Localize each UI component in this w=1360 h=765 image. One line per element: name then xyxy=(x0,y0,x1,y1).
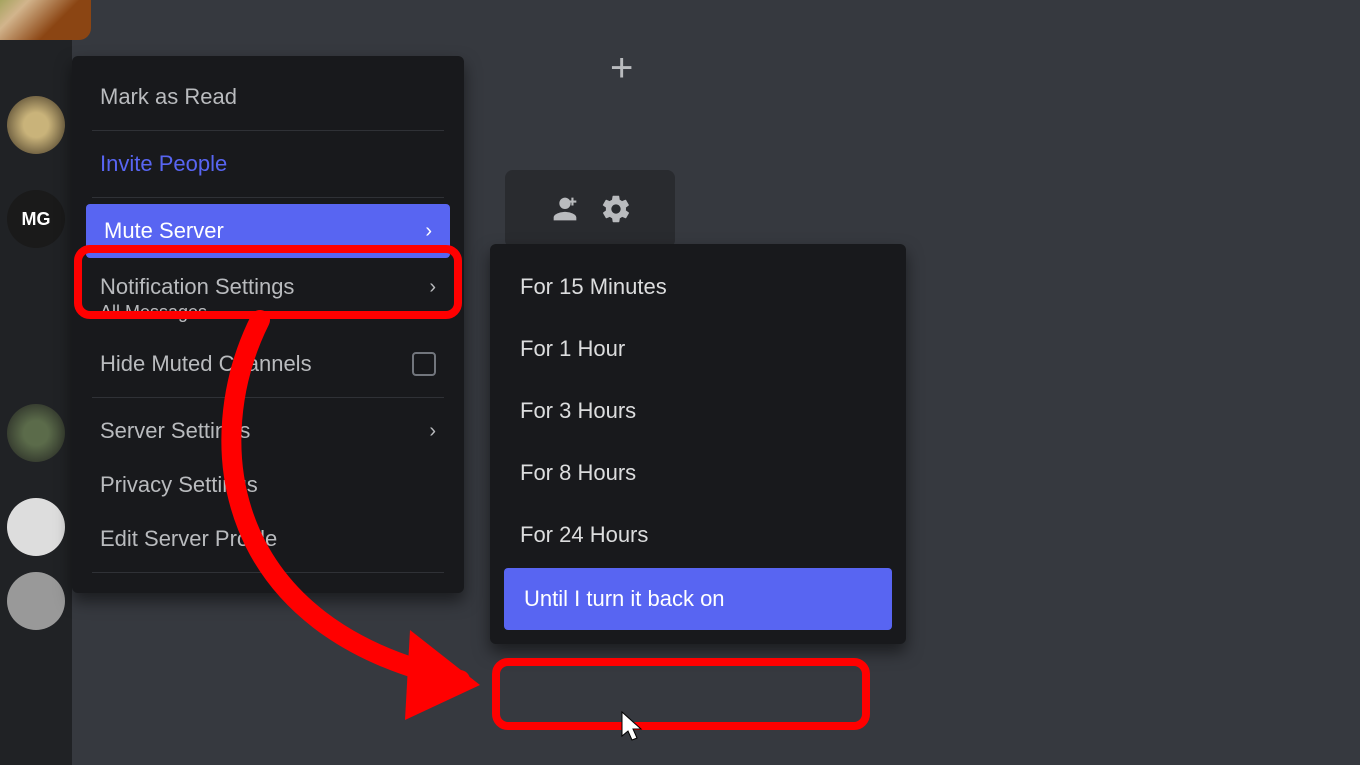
mute-option-3-hours[interactable]: For 3 Hours xyxy=(500,380,896,442)
server-icon[interactable]: MG xyxy=(7,190,65,248)
server-list: MG xyxy=(0,0,72,765)
menu-invite-people[interactable]: Invite People xyxy=(82,137,454,191)
cursor-icon xyxy=(618,710,646,746)
menu-label: Privacy Settings xyxy=(100,472,258,498)
mute-option-8-hours[interactable]: For 8 Hours xyxy=(500,442,896,504)
mute-option-24-hours[interactable]: For 24 Hours xyxy=(500,504,896,566)
menu-server-settings[interactable]: Server Settings › xyxy=(82,404,454,458)
server-icon[interactable] xyxy=(7,96,65,154)
menu-label: Invite People xyxy=(100,151,227,177)
chevron-right-icon: › xyxy=(429,420,436,443)
menu-label: Mute Server xyxy=(104,218,224,244)
mute-option-until-off[interactable]: Until I turn it back on xyxy=(504,568,892,630)
menu-notification-settings[interactable]: Notification Settings › All Messages xyxy=(82,260,454,337)
menu-privacy-settings[interactable]: Privacy Settings xyxy=(82,458,454,512)
menu-mark-as-read[interactable]: Mark as Read xyxy=(82,70,454,124)
menu-divider xyxy=(92,397,444,398)
menu-label: Notification Settings xyxy=(100,274,294,300)
menu-divider xyxy=(92,130,444,131)
mute-server-submenu: For 15 Minutes For 1 Hour For 3 Hours Fo… xyxy=(490,244,906,644)
menu-mute-server[interactable]: Mute Server › xyxy=(86,204,450,258)
mute-option-1-hour[interactable]: For 1 Hour xyxy=(500,318,896,380)
menu-hide-muted-channels[interactable]: Hide Muted Channels xyxy=(82,337,454,391)
server-icon[interactable] xyxy=(7,404,65,462)
menu-label: Server Settings xyxy=(100,418,250,444)
server-context-menu: Mark as Read Invite People Mute Server ›… xyxy=(72,56,464,593)
chevron-right-icon: › xyxy=(425,220,432,243)
menu-label: Hide Muted Channels xyxy=(100,351,312,377)
menu-subtitle: All Messages xyxy=(100,302,207,323)
plus-icon[interactable]: + xyxy=(610,46,633,91)
menu-label: Mark as Read xyxy=(100,84,237,110)
server-icon-active[interactable] xyxy=(0,0,91,40)
menu-edit-server-profile[interactable]: Edit Server Profile xyxy=(82,512,454,566)
menu-divider xyxy=(92,572,444,573)
gear-icon[interactable] xyxy=(600,193,632,225)
server-icon[interactable] xyxy=(7,572,65,630)
checkbox-icon[interactable] xyxy=(412,352,436,376)
channel-toolbar xyxy=(505,170,675,248)
server-icon[interactable] xyxy=(7,498,65,556)
annotation-highlight-box xyxy=(492,658,870,730)
chevron-right-icon: › xyxy=(429,276,436,299)
mute-option-15-minutes[interactable]: For 15 Minutes xyxy=(500,256,896,318)
menu-divider xyxy=(92,197,444,198)
menu-label: Edit Server Profile xyxy=(100,526,277,552)
add-friend-icon[interactable] xyxy=(548,192,582,226)
